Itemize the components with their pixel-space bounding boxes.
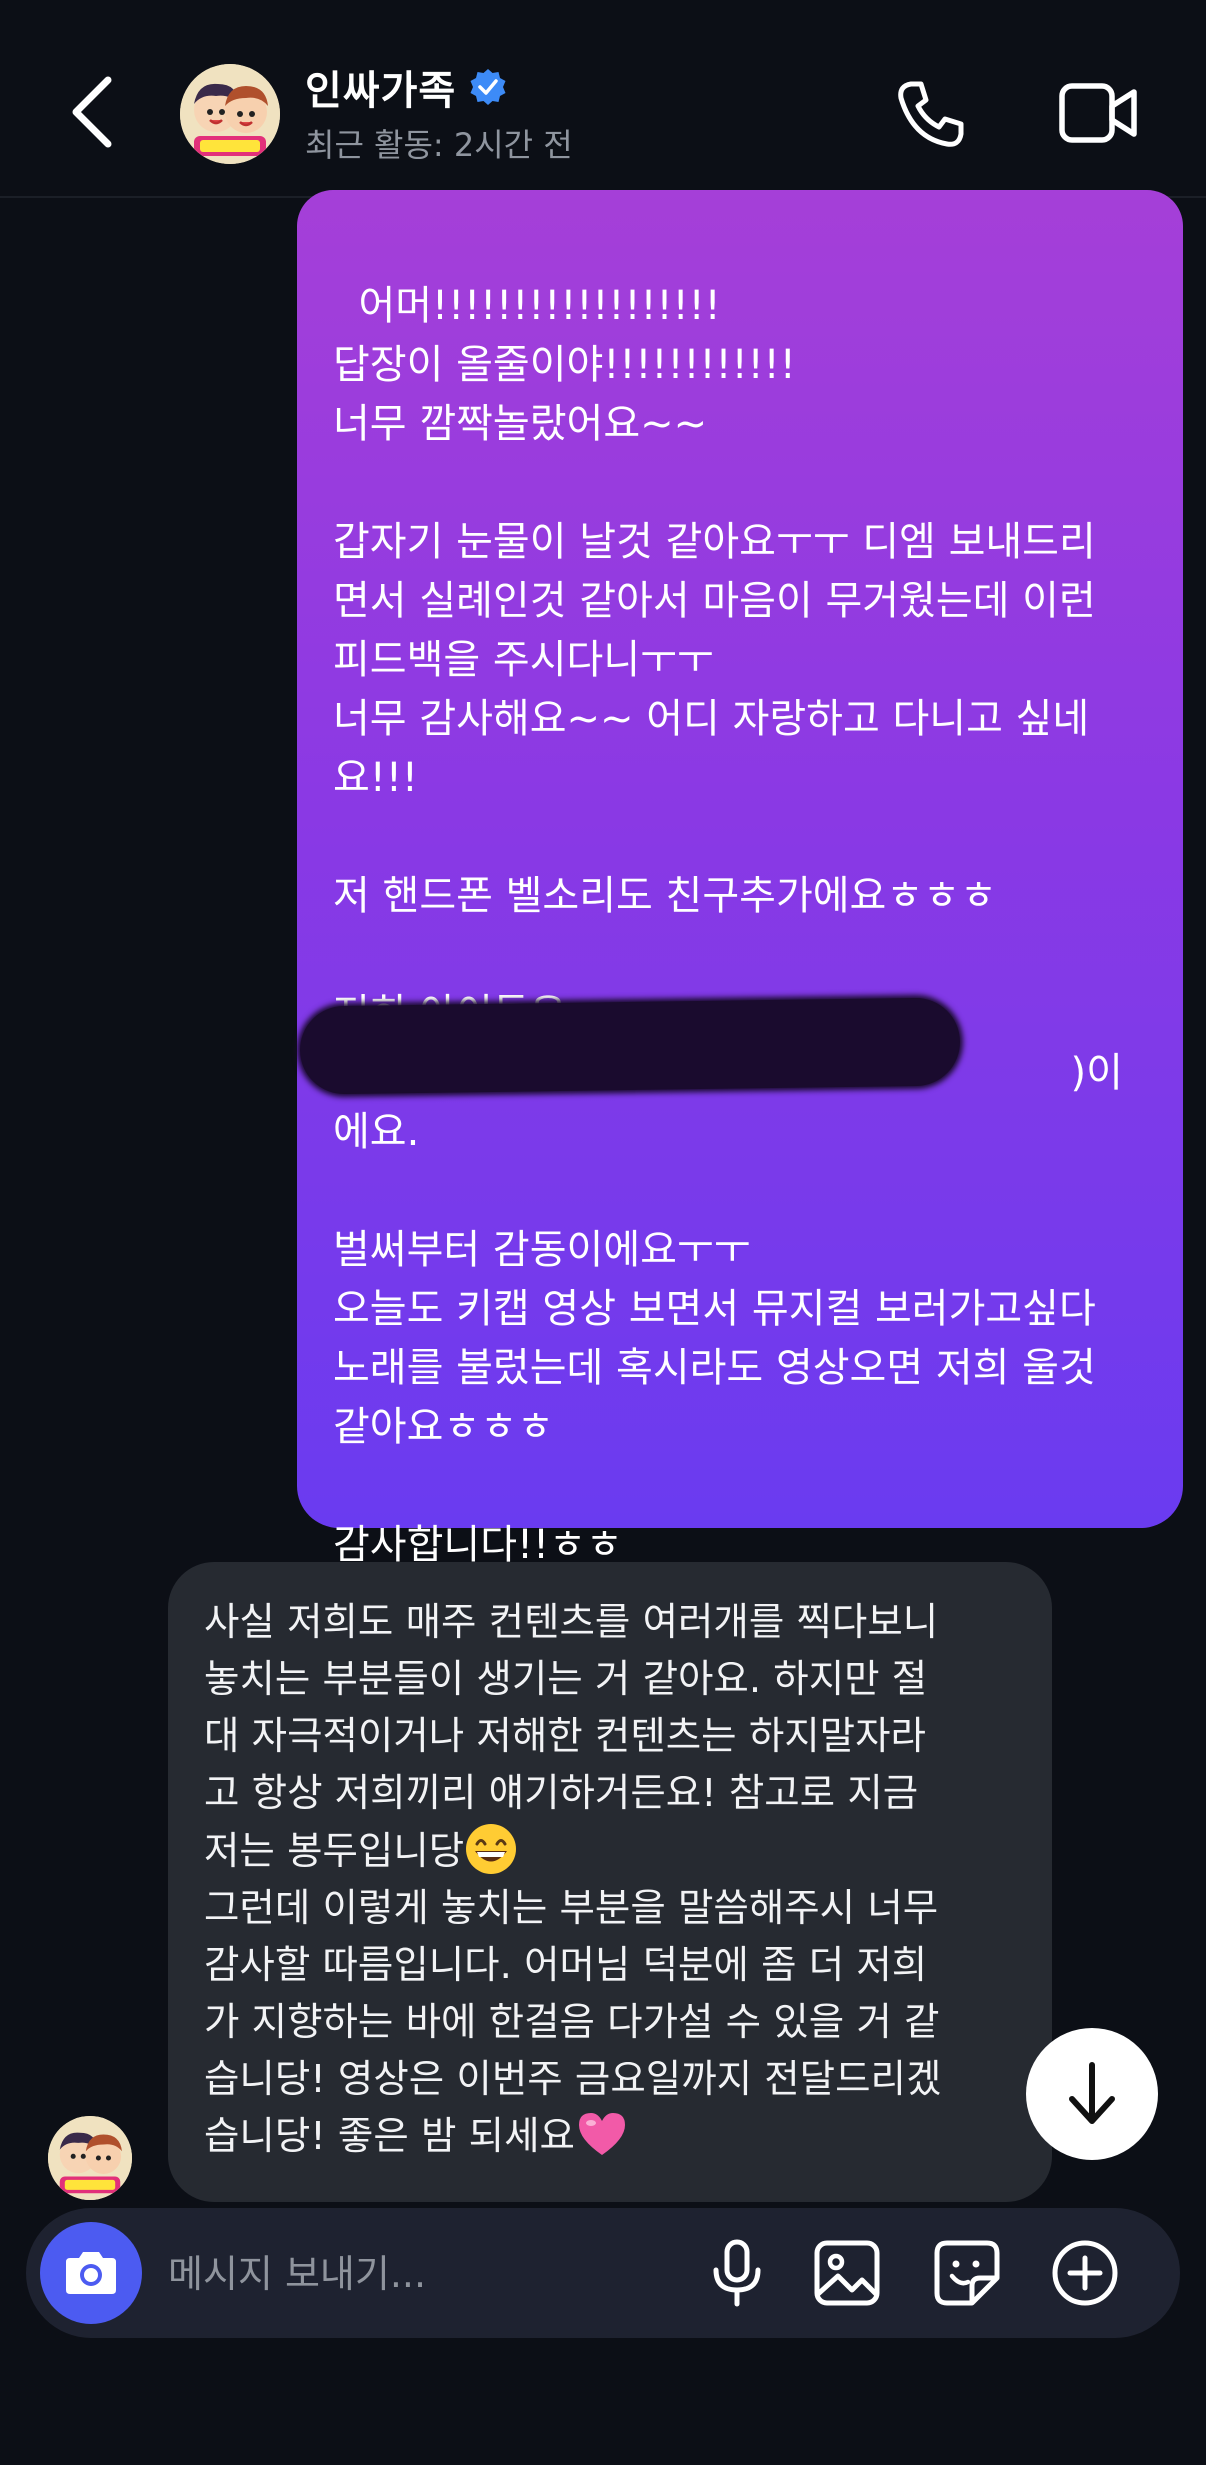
- image-icon[interactable]: [812, 2238, 882, 2308]
- verified-badge-icon: [470, 69, 506, 105]
- chat-header: 인싸가족 최근 활동: 2시간 전: [0, 0, 1206, 198]
- microphone-icon[interactable]: [702, 2238, 772, 2308]
- grinning-emoji-icon: [466, 1824, 517, 1874]
- camera-icon: [66, 2252, 116, 2294]
- redacted-mark: [299, 997, 961, 1095]
- chevron-left-icon[interactable]: [62, 72, 122, 152]
- chat-title[interactable]: 인싸가족: [305, 58, 508, 116]
- last-active-status: 최근 활동: 2시간 전: [305, 126, 573, 164]
- message-input[interactable]: [166, 2238, 690, 2310]
- plus-circle-icon[interactable]: [1050, 2238, 1120, 2308]
- outgoing-message-text: 어머!!!!!!!!!!!!!!!!!! 답장이 올줄이야!!!!!!!!!!!…: [333, 283, 1123, 1568]
- chat-title-text: 인싸가족: [305, 68, 457, 114]
- scroll-to-bottom-button[interactable]: [1026, 2028, 1158, 2160]
- pink-heart-emoji-icon: [578, 2113, 625, 2155]
- incoming-message[interactable]: 사실 저희도 매주 컨텐츠를 여러개를 찍다보니 놓치는 부분들이 생기는 거 …: [168, 1562, 1052, 2202]
- camera-button[interactable]: [40, 2222, 142, 2324]
- video-camera-icon[interactable]: [1058, 80, 1138, 146]
- avatar[interactable]: [180, 64, 280, 164]
- incoming-message-text-2: 그런데 이렇게 놓치는 부분을 말씀해주시 너무 감사할 따름입니다. 어머님 …: [204, 1886, 942, 2159]
- arrow-down-icon: [1069, 2062, 1115, 2124]
- message-composer: [26, 2208, 1180, 2338]
- outgoing-message[interactable]: 어머!!!!!!!!!!!!!!!!!! 답장이 올줄이야!!!!!!!!!!!…: [297, 190, 1183, 1568]
- sender-avatar[interactable]: [48, 2116, 132, 2200]
- sticker-icon[interactable]: [932, 2238, 1002, 2308]
- incoming-message-text-1: 사실 저희도 매주 컨텐츠를 여러개를 찍다보니 놓치는 부분들이 생기는 거 …: [204, 1600, 939, 1874]
- phone-icon[interactable]: [893, 76, 969, 152]
